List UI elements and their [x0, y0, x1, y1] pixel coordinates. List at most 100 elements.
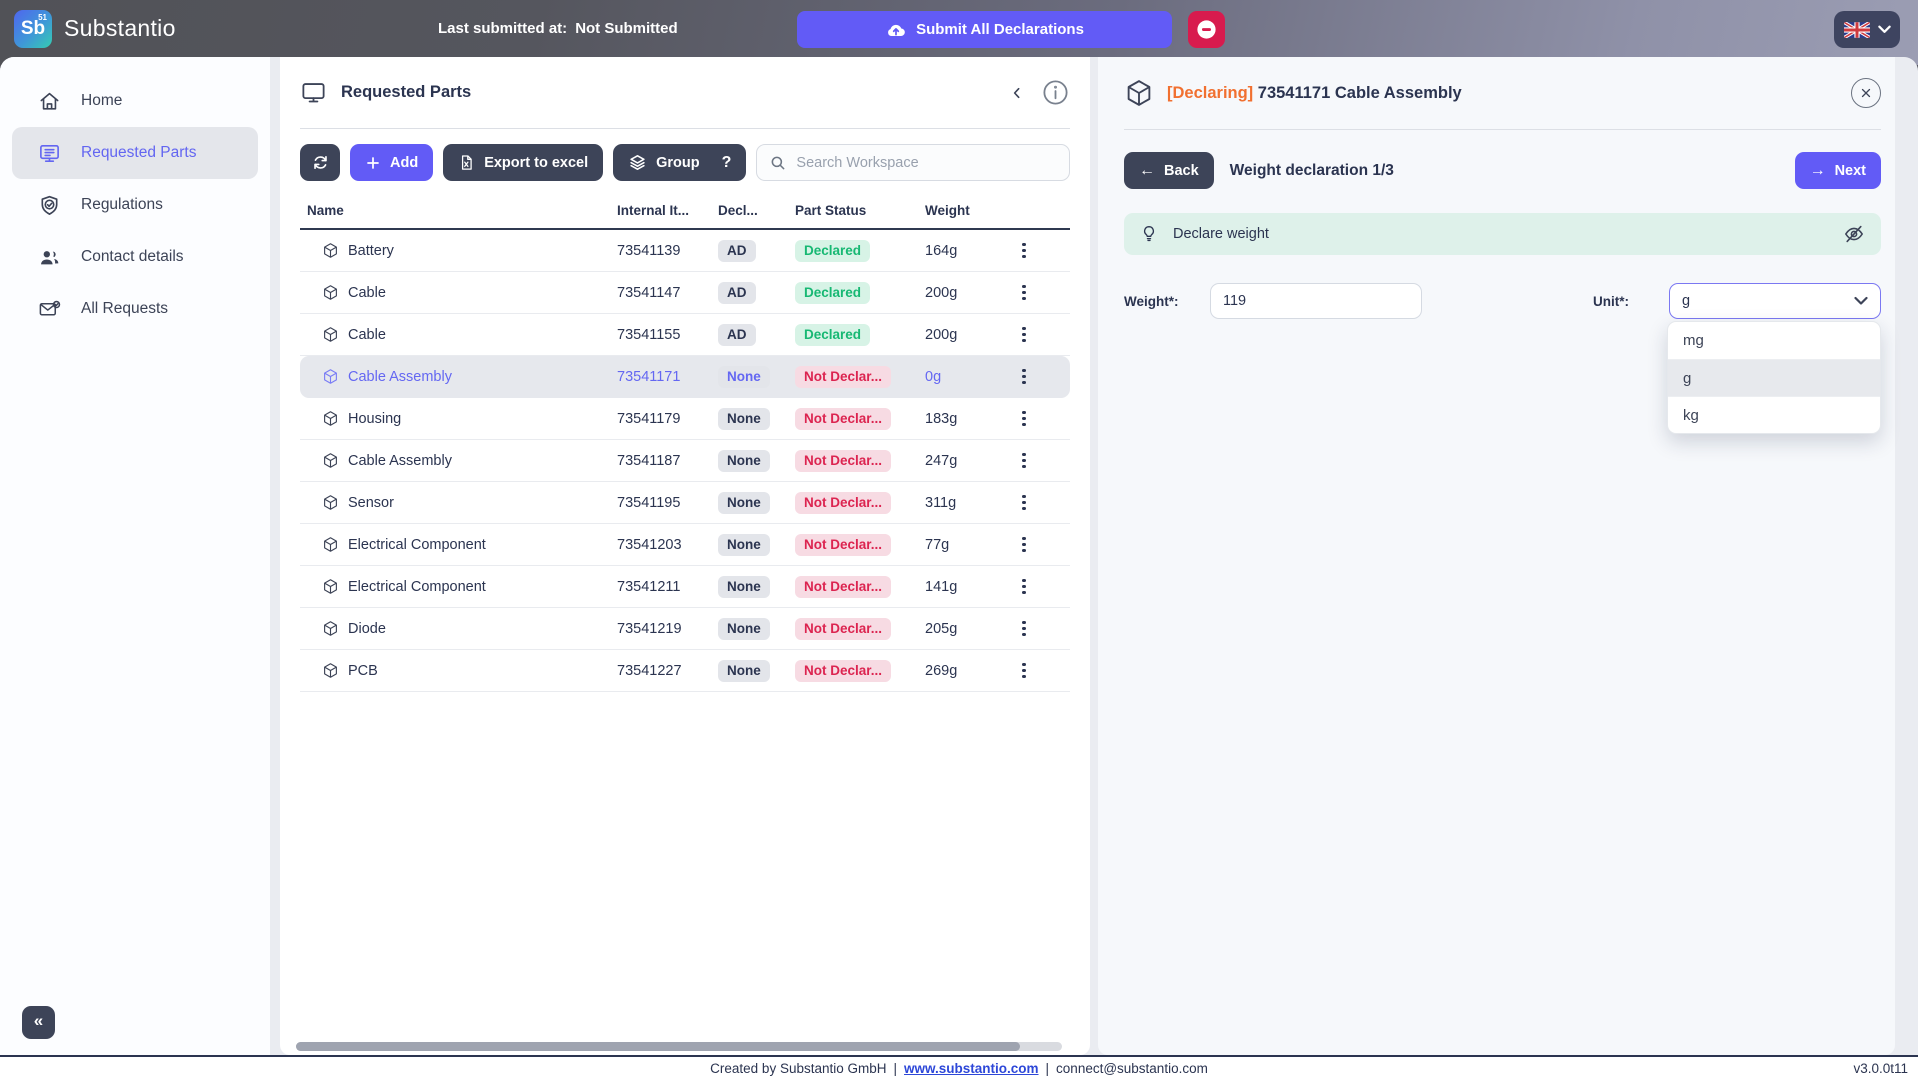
unit-option-kg[interactable]: kg [1668, 396, 1880, 433]
weight-label: Weight*: [1124, 293, 1179, 309]
weight-input[interactable] [1210, 283, 1422, 319]
footer-link[interactable]: www.substantio.com [904, 1061, 1039, 1076]
search-workspace-box[interactable] [756, 144, 1070, 181]
scrollbar-thumb[interactable] [296, 1042, 1020, 1051]
cube-icon [324, 495, 337, 510]
part-name: Electrical Component [348, 536, 486, 553]
group-button[interactable]: Group ? [613, 144, 747, 181]
submit-all-label: Submit All Declarations [916, 21, 1084, 38]
sidebar-item-all-requests[interactable]: All Requests [12, 283, 258, 335]
column-header-name[interactable]: Name [300, 203, 610, 218]
decl-badge: None [718, 575, 770, 598]
table-row[interactable]: Cable 73541147 AD Declared 200g [300, 272, 1070, 314]
add-label: Add [390, 154, 419, 171]
hide-hint-button[interactable] [1842, 222, 1866, 246]
sidebar-item-home[interactable]: Home [12, 75, 258, 127]
table-row[interactable]: Housing 73541179 None Not Declar... 183g [300, 398, 1070, 440]
table-row[interactable]: Electrical Component 73541211 None Not D… [300, 566, 1070, 608]
table-row[interactable]: Diode 73541219 None Not Declar... 205g [300, 608, 1070, 650]
part-name: Cable Assembly [348, 452, 452, 469]
unit-select[interactable]: g [1669, 283, 1881, 319]
app-version: v3.0.0t11 [1853, 1060, 1908, 1076]
add-button[interactable]: Add [350, 144, 434, 181]
row-menu-button[interactable] [1017, 537, 1031, 552]
part-internal-id: 73541171 [617, 368, 681, 385]
close-panel-button[interactable] [1851, 78, 1881, 108]
language-selector[interactable] [1834, 11, 1900, 48]
column-header-decl[interactable]: Decl... [711, 203, 788, 218]
cube-icon [324, 621, 337, 636]
table-row[interactable]: Cable Assembly 73541171 None Not Declar.… [300, 356, 1070, 398]
decl-badge: None [718, 533, 770, 556]
row-menu-button[interactable] [1017, 453, 1031, 468]
layers-icon [628, 153, 647, 172]
chevron-left-icon [1009, 85, 1025, 101]
cube-icon [324, 453, 337, 468]
table-row[interactable]: PCB 73541227 None Not Declar... 269g [300, 650, 1070, 692]
row-menu-button[interactable] [1017, 621, 1031, 636]
cube-icon [1124, 78, 1154, 108]
part-name: Diode [348, 620, 386, 637]
row-menu-button[interactable] [1017, 285, 1031, 300]
footer-created: Created by Substantio GmbH [710, 1060, 887, 1076]
column-header-internal[interactable]: Internal It... [610, 203, 711, 218]
step-title: Weight declaration 1/3 [1229, 161, 1394, 179]
stop-button[interactable] [1188, 11, 1225, 48]
column-header-status[interactable]: Part Status [788, 203, 920, 218]
decl-badge: None [718, 617, 770, 640]
submit-all-declarations-button[interactable]: Submit All Declarations [797, 11, 1172, 48]
part-name: PCB [348, 662, 378, 679]
part-status-badge: Not Declar... [795, 449, 892, 472]
table-row[interactable]: Electrical Component 73541203 None Not D… [300, 524, 1070, 566]
part-internal-id: 73541155 [617, 326, 681, 343]
plus-icon [365, 155, 381, 171]
collapse-panel-button[interactable] [1009, 85, 1025, 101]
sidebar-item-requested-parts[interactable]: Requested Parts [12, 127, 258, 179]
back-button[interactable]: ← Back [1124, 152, 1214, 189]
decl-badge: None [718, 659, 770, 682]
part-internal-id: 73541139 [617, 242, 681, 259]
part-name: Sensor [348, 494, 394, 511]
sidebar-item-regulations[interactable]: Regulations [12, 179, 258, 231]
unit-option-g[interactable]: g [1668, 359, 1880, 396]
sidebar-collapse-button[interactable]: « [22, 1006, 55, 1039]
sidebar-item-contact-details[interactable]: Contact details [12, 231, 258, 283]
table-row[interactable]: Cable 73541155 AD Declared 200g [300, 314, 1070, 356]
info-button[interactable] [1041, 78, 1070, 107]
row-menu-button[interactable] [1017, 579, 1031, 594]
row-menu-button[interactable] [1017, 663, 1031, 678]
row-menu-button[interactable] [1017, 327, 1031, 342]
table-row[interactable]: Battery 73541139 AD Declared 164g [300, 230, 1070, 272]
column-header-weight[interactable]: Weight [920, 203, 1005, 218]
refresh-button[interactable] [300, 144, 340, 181]
part-name: Electrical Component [348, 578, 486, 595]
export-to-excel-button[interactable]: Export to excel [443, 144, 604, 181]
part-name: Battery [348, 242, 394, 259]
row-menu-button[interactable] [1017, 411, 1031, 426]
row-menu-button[interactable] [1017, 243, 1031, 258]
part-weight: 269g [925, 662, 958, 679]
decl-badge: AD [718, 323, 756, 346]
declare-weight-hint: Declare weight [1124, 213, 1881, 255]
part-internal-id: 73541219 [617, 620, 682, 637]
horizontal-scrollbar[interactable] [296, 1042, 1062, 1051]
next-button[interactable]: → Next [1794, 152, 1881, 189]
group-label: Group [656, 154, 700, 171]
parts-table: Name Internal It... Decl... Part Status … [300, 193, 1070, 692]
cube-icon [324, 663, 337, 678]
part-status-badge: Not Declar... [795, 491, 892, 514]
arrow-left-icon: ← [1139, 161, 1155, 179]
part-weight: 200g [925, 284, 958, 301]
part-internal-id: 73541227 [617, 662, 682, 679]
part-status-badge: Not Declar... [795, 659, 892, 682]
row-menu-button[interactable] [1017, 369, 1031, 384]
refresh-icon [311, 153, 330, 172]
table-row[interactable]: Cable Assembly 73541187 None Not Declar.… [300, 440, 1070, 482]
sidebar-item-label: Home [81, 92, 123, 109]
search-input[interactable] [796, 154, 1057, 171]
table-row[interactable]: Sensor 73541195 None Not Declar... 311g [300, 482, 1070, 524]
row-menu-button[interactable] [1017, 495, 1031, 510]
help-icon[interactable]: ? [722, 154, 732, 172]
decl-badge: None [718, 407, 770, 430]
unit-option-mg[interactable]: mg [1668, 322, 1880, 359]
